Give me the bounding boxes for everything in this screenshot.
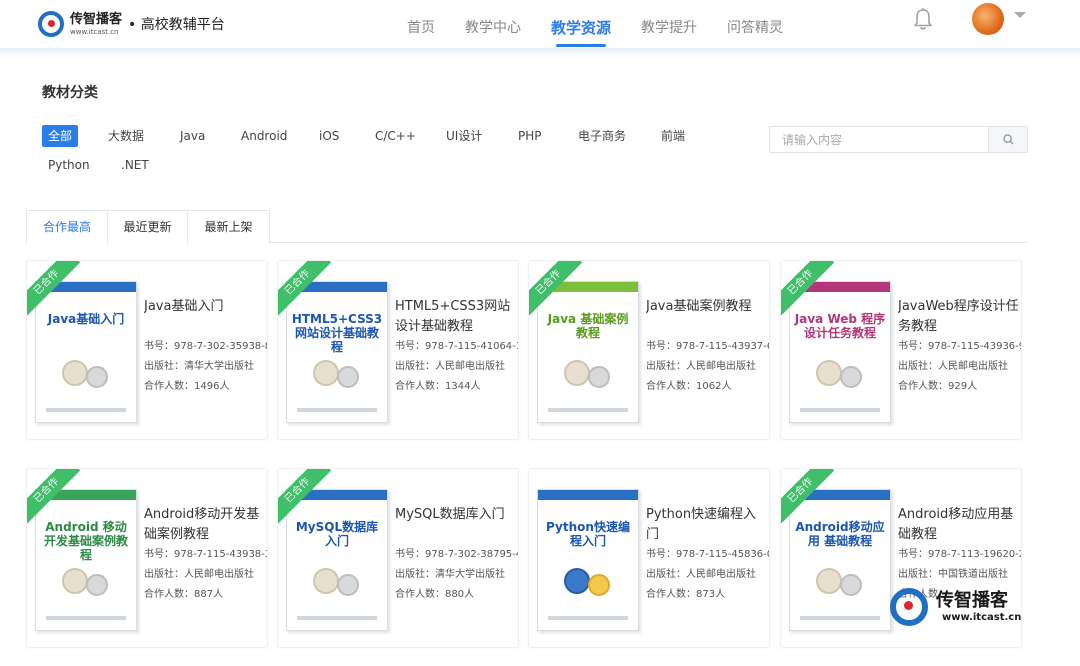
book-card[interactable]: 已合作 Java 基础案例教程 Java基础案例教程 书号：978-7-115-… — [528, 260, 770, 440]
book-partners: 合作人数：929人 — [898, 381, 978, 392]
book-partners: 合作人数：1496人 — [144, 381, 230, 392]
book-cover: Java基础入门 — [35, 281, 137, 423]
book-partners: 合作人数：1062人 — [646, 381, 732, 392]
top-header: 传智播客 www.itcast.cn • 高校教辅平台 首页 教学中心 教学资源… — [0, 0, 1080, 48]
watermark-site: www.itcast.cn — [942, 612, 1022, 623]
logo-brand: 传智播客 — [70, 11, 123, 27]
book-title[interactable]: Java基础入门 — [144, 297, 266, 337]
search-input[interactable] — [770, 127, 989, 152]
section-title: 教材分类 — [42, 85, 98, 101]
category-ui-design[interactable]: UI设计 — [440, 125, 488, 147]
book-title[interactable]: MySQL数据库入门 — [395, 505, 517, 545]
book-partners: 合作人数：887人 — [144, 589, 224, 600]
category-php[interactable]: PHP — [512, 125, 548, 147]
category-ecommerce[interactable]: 电子商务 — [572, 125, 632, 147]
book-title[interactable]: Android移动应用基础教程 — [898, 505, 1020, 545]
cover-title: Java Web 程序设计任务教程 — [794, 312, 886, 340]
cover-title: Android 移动开发基础案例教程 — [43, 520, 128, 562]
book-publisher: 出版社：人民邮电出版社 — [646, 569, 756, 580]
sort-tabs: 合作最高 最近更新 最新上架 — [26, 210, 1028, 244]
book-cover: Android 移动开发基础案例教程 — [35, 489, 137, 631]
watermark-brand: 传智播客 — [936, 590, 1008, 611]
book-card[interactable]: 已合作 Java基础入门 Java基础入门 书号：978-7-302-35938… — [26, 260, 268, 440]
book-card[interactable]: 已合作 Android 移动开发基础案例教程 Android移动开发基础案例教程… — [26, 468, 268, 648]
book-title[interactable]: Java基础案例教程 — [646, 297, 768, 337]
book-card[interactable]: 已合作 Java Web 程序设计任务教程 JavaWeb程序设计任务教程 书号… — [780, 260, 1022, 440]
logo-icon — [890, 588, 928, 626]
nav-qa[interactable]: 问答精灵 — [712, 0, 798, 48]
book-isbn: 书号：978-7-115-43936-9 — [898, 341, 1022, 352]
watermark: 传智播客 www.itcast.cn — [890, 586, 1030, 626]
book-isbn: 书号：978-7-115-45836-0 — [646, 549, 770, 560]
book-isbn: 书号：978-7-115-43937-6 — [646, 341, 770, 352]
cover-title: HTML5+CSS3 网站设计基础教程 — [291, 312, 383, 354]
book-cover: Android移动应用 基础教程 — [789, 489, 891, 631]
category-python[interactable]: Python — [42, 154, 96, 176]
tab-most-cooperated[interactable]: 合作最高 — [26, 210, 108, 244]
cover-title: Android移动应用 基础教程 — [795, 520, 885, 548]
search-box — [769, 126, 1028, 153]
book-publisher: 出版社：人民邮电出版社 — [898, 361, 1008, 372]
search-button[interactable] — [988, 127, 1027, 152]
cover-title: MySQL数据库入门 — [295, 520, 379, 548]
avatar[interactable] — [972, 3, 1004, 35]
book-title[interactable]: Python快速编程入门 — [646, 505, 768, 545]
category-android[interactable]: Android — [235, 125, 293, 147]
logo[interactable]: 传智播客 www.itcast.cn • 高校教辅平台 — [38, 10, 225, 38]
book-cover: Java 基础案例教程 — [537, 281, 639, 423]
book-publisher: 出版社：人民邮电出版社 — [395, 361, 505, 372]
book-card[interactable]: 已合作 HTML5+CSS3 网站设计基础教程 HTML5+CSS3网站设计基础… — [277, 260, 519, 440]
logo-site: www.itcast.cn — [70, 27, 119, 36]
tab-recently-updated[interactable]: 最近更新 — [107, 210, 188, 243]
book-card[interactable]: Python快速编程入门 Python快速编程入门 书号：978-7-115-4… — [528, 468, 770, 648]
category-c-cpp[interactable]: C/C++ — [369, 125, 422, 147]
book-isbn: 书号：978-7-115-43938-3 — [144, 549, 268, 560]
book-cover: HTML5+CSS3 网站设计基础教程 — [286, 281, 388, 423]
category-all[interactable]: 全部 — [42, 125, 79, 147]
book-cover: MySQL数据库入门 — [286, 489, 388, 631]
tab-newest[interactable]: 最新上架 — [187, 210, 270, 243]
book-title[interactable]: JavaWeb程序设计任务教程 — [898, 297, 1020, 337]
book-publisher: 出版社：人民邮电出版社 — [646, 361, 756, 372]
category-java[interactable]: Java — [174, 125, 211, 147]
book-cover: Java Web 程序设计任务教程 — [789, 281, 891, 423]
book-title[interactable]: HTML5+CSS3网站设计基础教程 — [395, 297, 517, 337]
nav-teaching-resources[interactable]: 教学资源 — [536, 0, 626, 48]
book-partners: 合作人数：880人 — [395, 589, 475, 600]
cover-title: Java基础入门 — [47, 312, 125, 326]
book-partners: 合作人数：873人 — [646, 589, 726, 600]
nav-teaching-center[interactable]: 教学中心 — [450, 0, 536, 48]
nav-teaching-improvement[interactable]: 教学提升 — [626, 0, 712, 48]
bell-icon[interactable] — [912, 7, 934, 31]
book-cover: Python快速编程入门 — [537, 489, 639, 631]
search-icon — [1003, 134, 1014, 145]
chevron-down-icon[interactable] — [1014, 12, 1026, 18]
book-publisher: 出版社：中国铁道出版社 — [898, 569, 1008, 580]
book-partners: 合作人数：1344人 — [395, 381, 481, 392]
book-title[interactable]: Android移动开发基础案例教程 — [144, 505, 266, 545]
cover-title: Java 基础案例教程 — [547, 312, 629, 340]
category-frontend[interactable]: 前端 — [655, 125, 691, 147]
category-bigdata[interactable]: 大数据 — [102, 125, 150, 147]
book-publisher: 出版社：人民邮电出版社 — [144, 569, 254, 580]
book-isbn: 书号：978-7-115-41064-1 — [395, 341, 519, 352]
main-nav: 首页 教学中心 教学资源 教学提升 问答精灵 — [392, 0, 798, 48]
book-isbn: 书号：978-7-113-19620-2 — [898, 549, 1022, 560]
book-isbn: 书号：978-7-302-38795-4 — [395, 549, 519, 560]
category-dotnet[interactable]: .NET — [115, 154, 155, 176]
book-card[interactable]: 已合作 MySQL数据库入门 MySQL数据库入门 书号：978-7-302-3… — [277, 468, 519, 648]
book-publisher: 出版社：清华大学出版社 — [144, 361, 254, 372]
book-publisher: 出版社：清华大学出版社 — [395, 569, 505, 580]
nav-home[interactable]: 首页 — [392, 0, 450, 48]
logo-icon — [38, 11, 64, 37]
cover-title: Python快速编程入门 — [546, 520, 630, 548]
book-isbn: 书号：978-7-302-35938-8 — [144, 341, 268, 352]
header-shadow — [0, 48, 1080, 58]
category-ios[interactable]: iOS — [313, 125, 345, 147]
platform-name: • 高校教辅平台 — [128, 17, 225, 33]
